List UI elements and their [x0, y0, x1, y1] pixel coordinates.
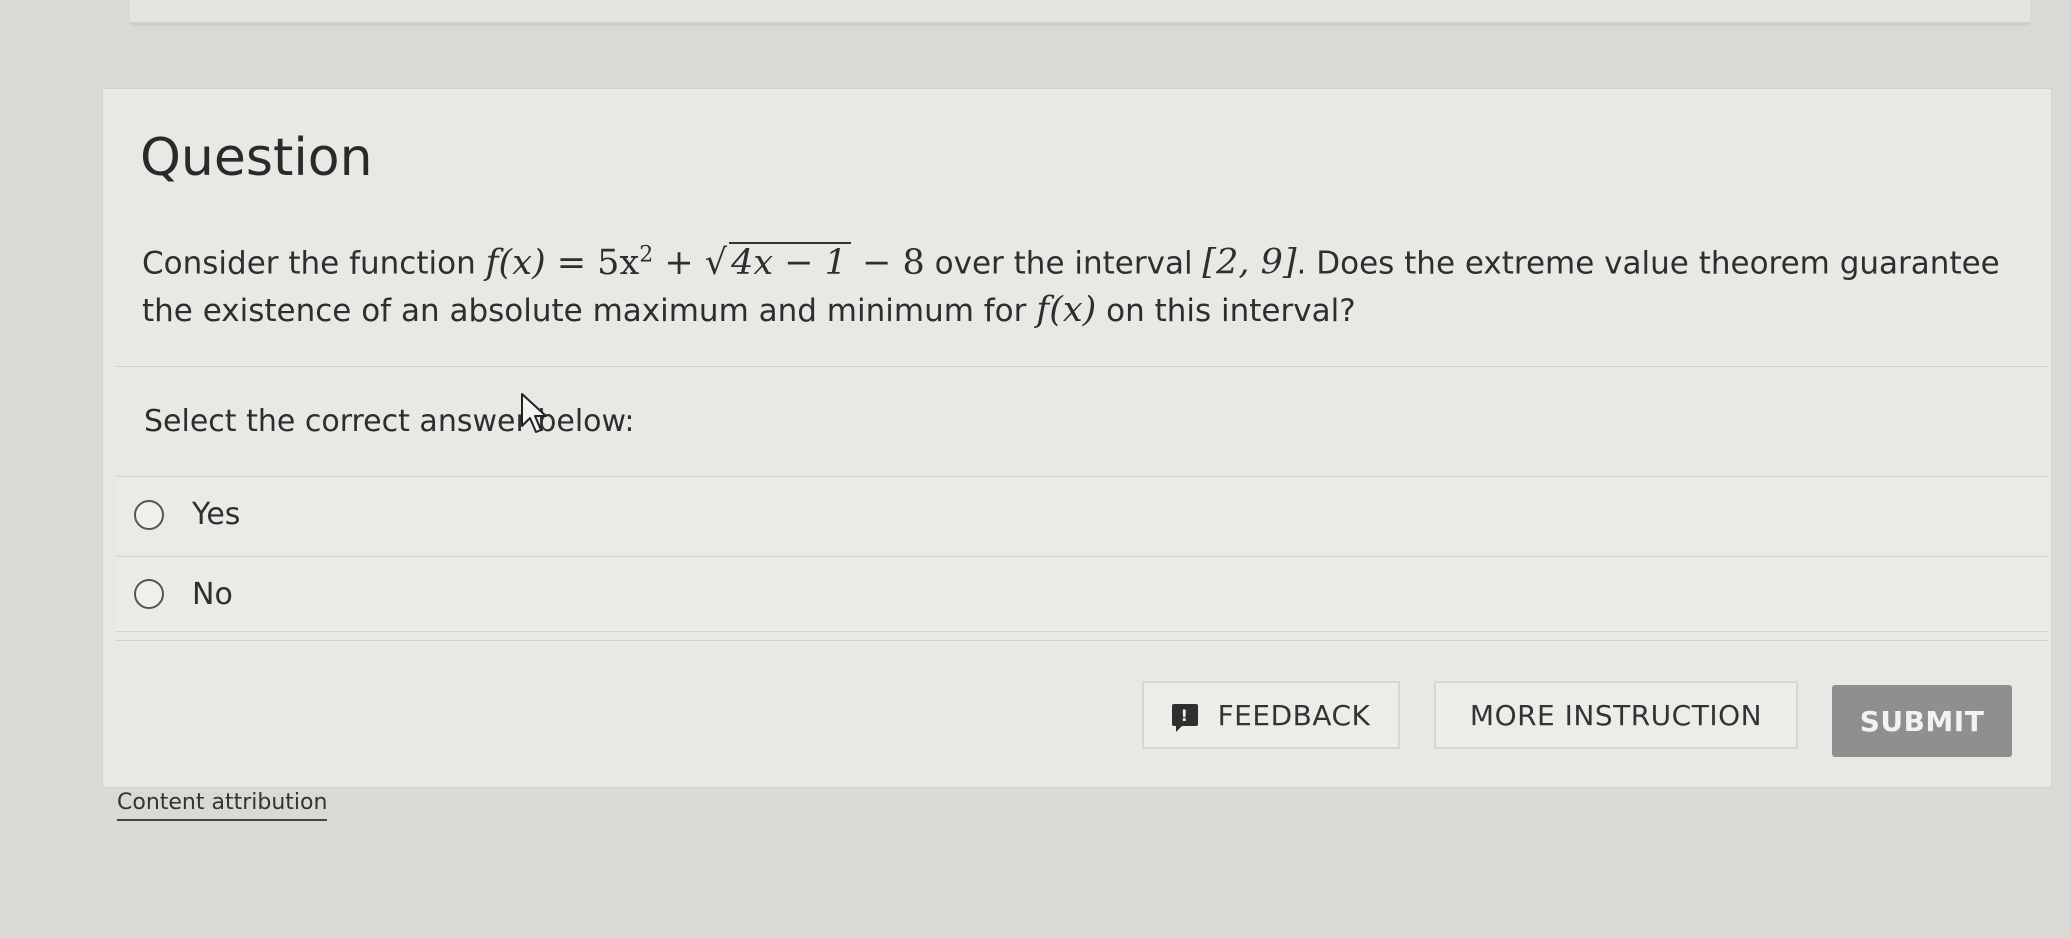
divider — [116, 640, 2048, 641]
feedback-button[interactable]: ! FEEDBACK — [1142, 681, 1400, 749]
submit-label: SUBMIT — [1859, 704, 1985, 738]
submit-button[interactable]: SUBMIT — [1832, 685, 2012, 757]
content-attribution-link[interactable]: Content attribution — [117, 790, 328, 821]
function-sqrt: 4x − 1 — [729, 241, 851, 282]
feedback-button-label: FEEDBACK — [1217, 698, 1371, 732]
option-label-yes: Yes — [192, 497, 241, 532]
prompt-text-end: on this interval? — [1096, 292, 1356, 329]
select-answer-label: Select the correct answer below: — [144, 404, 635, 439]
function-expression: f(x) = 5x2 + √ 4x − 1 − 8 — [485, 241, 925, 283]
top-strip — [130, 0, 2030, 26]
function-eq: = 5x — [545, 242, 640, 283]
function-lhs: f(x) — [485, 242, 546, 283]
page-title: Question — [140, 128, 373, 188]
feedback-icon: ! — [1171, 704, 1198, 732]
function-plus: + — [653, 242, 705, 283]
answer-option-no[interactable]: No — [116, 556, 2048, 632]
mouse-pointer-icon — [521, 393, 547, 433]
answer-option-yes[interactable]: Yes — [116, 476, 2048, 552]
prompt-text-start: Consider the function — [142, 245, 486, 282]
more-instruction-label: MORE INSTRUCTION — [1469, 698, 1763, 732]
option-label-no: No — [192, 576, 233, 612]
function-reference: f(x) — [1036, 289, 1097, 330]
divider — [116, 366, 2048, 367]
radio-button-yes[interactable] — [134, 499, 164, 530]
function-exponent: 2 — [639, 242, 654, 267]
prompt-text-over: over the interval — [924, 245, 1203, 282]
radio-button-no[interactable] — [134, 579, 164, 609]
interval: [2, 9] — [1202, 242, 1297, 283]
more-instruction-button[interactable]: MORE INSTRUCTION — [1434, 681, 1798, 749]
question-prompt: Consider the function f(x) = 5x2 + √ 4x −… — [142, 232, 2022, 334]
function-minus: − 8 — [850, 242, 925, 283]
